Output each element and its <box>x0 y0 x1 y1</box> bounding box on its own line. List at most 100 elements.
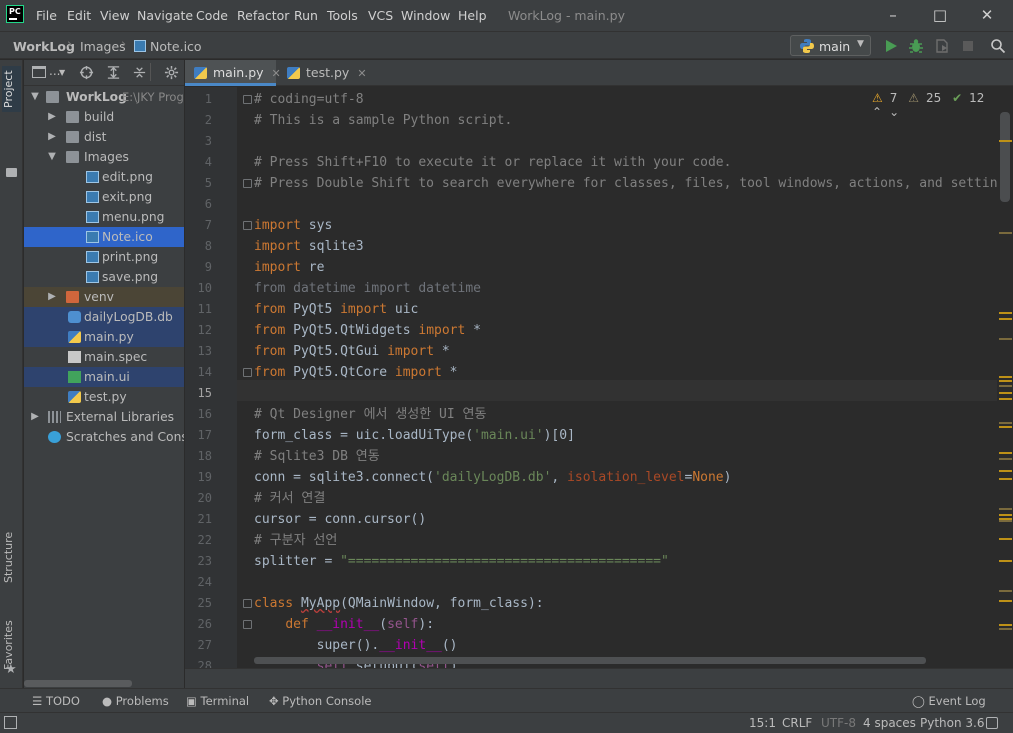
warning-stripe-mark[interactable] <box>999 398 1012 400</box>
warning-stripe-mark[interactable] <box>999 514 1012 516</box>
warning-stripe-mark[interactable] <box>999 560 1012 562</box>
terminal-icon: ▣ <box>186 694 201 708</box>
warning-stripe-mark[interactable] <box>999 380 1012 382</box>
warning-stripe-mark[interactable] <box>999 452 1012 454</box>
warning-stripe-mark[interactable] <box>999 422 1012 424</box>
event-log-tab[interactable]: ◯ Event Log <box>912 694 986 708</box>
warning-stripe-mark[interactable] <box>999 600 1012 602</box>
warning-stripe-mark[interactable] <box>999 338 1012 340</box>
code-line[interactable]: super().__init__() <box>254 635 458 656</box>
code-line[interactable]: # 구분자 선언 <box>254 530 337 551</box>
scroll-thumb[interactable] <box>1000 112 1010 202</box>
line-number: 8 <box>204 239 212 253</box>
code-line[interactable]: splitter = "============================… <box>254 551 669 572</box>
terminal-tab[interactable]: ▣ Terminal <box>186 694 249 708</box>
code-line[interactable]: from datetime import datetime <box>254 278 481 299</box>
problems-tab[interactable]: ● Problems <box>102 694 169 708</box>
file-encoding[interactable]: UTF-8 <box>821 716 856 730</box>
fold-marker-icon[interactable] <box>243 620 252 629</box>
code-line[interactable]: class MyApp(QMainWindow, form_class): <box>254 593 544 614</box>
warning-stripe-mark[interactable] <box>999 508 1012 510</box>
line-number: 6 <box>204 197 212 211</box>
line-number: 21 <box>197 512 212 526</box>
warning-stripe-mark[interactable] <box>999 478 1012 480</box>
line-number: 16 <box>197 407 212 421</box>
line-number: 23 <box>197 554 212 568</box>
code-line[interactable]: # coding=utf-8 <box>254 89 364 110</box>
warning-stripe-mark[interactable] <box>999 376 1012 378</box>
warning-stripe-mark[interactable] <box>999 470 1012 472</box>
warning-count: 7 <box>889 91 898 105</box>
line-number: 3 <box>204 134 212 148</box>
project-horizontal-scrollbar[interactable] <box>24 680 132 687</box>
warning-stripe-mark[interactable] <box>999 392 1012 394</box>
code-line[interactable]: # This is a sample Python script. <box>254 110 512 131</box>
editor-horizontal-scrollbar[interactable] <box>254 657 926 664</box>
warning-stripe-mark[interactable] <box>999 232 1012 234</box>
list-icon: ☰ <box>32 694 46 708</box>
line-number: 27 <box>197 638 212 652</box>
code-line[interactable]: form_class = uic.loadUiType('main.ui')[0… <box>254 425 575 446</box>
line-number: 11 <box>197 302 212 316</box>
code-line[interactable]: import re <box>254 257 324 278</box>
todo-tab[interactable]: ☰ TODO <box>32 694 80 708</box>
chevron-down-icon[interactable]: ⌄ <box>889 105 899 119</box>
warning-stripe-mark[interactable] <box>999 538 1012 540</box>
fold-marker-icon[interactable] <box>243 95 252 104</box>
lock-icon[interactable] <box>986 717 998 729</box>
python-console-icon: ✥ <box>269 694 283 708</box>
code-line[interactable]: # Press Double Shift to search everywher… <box>254 173 997 194</box>
python-console-tab[interactable]: ✥ Python Console <box>269 694 371 708</box>
python-interpreter[interactable]: Python 3.6 <box>920 716 985 730</box>
code-line[interactable]: import sqlite3 <box>254 236 364 257</box>
code-line[interactable]: from PyQt5.QtCore import * <box>254 362 458 383</box>
warning-stripe-mark[interactable] <box>999 628 1012 630</box>
indent-setting[interactable]: 4 spaces <box>863 716 916 730</box>
line-number: 4 <box>204 155 212 169</box>
line-number: 18 <box>197 449 212 463</box>
fold-marker-icon[interactable] <box>243 599 252 608</box>
warning-stripe-mark[interactable] <box>999 624 1012 626</box>
chevron-up-icon[interactable]: ⌃ <box>872 105 882 119</box>
event-log-label: Event Log <box>928 694 986 708</box>
editor-horizontal-scrollbar-track <box>185 668 1013 688</box>
fold-marker-icon[interactable] <box>243 368 252 377</box>
code-line[interactable]: # Sqlite3 DB 연동 <box>254 446 380 467</box>
code-line[interactable]: from PyQt5.QtGui import * <box>254 341 450 362</box>
tool-windows-toggle-icon[interactable] <box>4 716 17 729</box>
warning-stripe-mark[interactable] <box>999 520 1012 522</box>
line-number: 1 <box>204 92 212 106</box>
warning-stripe-mark[interactable] <box>999 426 1012 428</box>
line-separator[interactable]: CRLF <box>782 716 812 730</box>
line-number: 13 <box>197 344 212 358</box>
weak-warning-icon: ⚠ <box>908 91 919 105</box>
warning-stripe-mark[interactable] <box>999 312 1012 314</box>
warning-stripe-mark[interactable] <box>999 140 1012 142</box>
code-line[interactable]: cursor = conn.cursor() <box>254 509 426 530</box>
code-line[interactable]: # Qt Designer 에서 생성한 UI 연동 <box>254 404 486 425</box>
fold-marker-icon[interactable] <box>243 179 252 188</box>
line-number: 2 <box>204 113 212 127</box>
event-log-icon: ◯ <box>912 694 929 708</box>
caret-position[interactable]: 15:1 <box>749 716 776 730</box>
code-line[interactable]: from PyQt5.QtWidgets import * <box>254 320 481 341</box>
warning-icon: ⚠ <box>872 91 883 105</box>
code-line[interactable]: # Press Shift+F10 to execute it or repla… <box>254 152 731 173</box>
code-line[interactable]: def __init__(self): <box>254 614 434 635</box>
inspection-widget[interactable]: ⚠ 7 ⚠ 25 ✔ 12 ⌃ ⌄ <box>872 91 1013 119</box>
code-line[interactable]: # 커서 연결 <box>254 488 325 509</box>
warning-stripe-mark[interactable] <box>999 318 1012 320</box>
fold-marker-icon[interactable] <box>243 221 252 230</box>
line-number: 7 <box>204 218 212 232</box>
code-line[interactable]: from PyQt5 import uic <box>254 299 418 320</box>
warning-stripe-mark[interactable] <box>999 590 1012 592</box>
line-number: 22 <box>197 533 212 547</box>
line-number: 14 <box>197 365 212 379</box>
warning-stripe-mark[interactable] <box>999 385 1012 387</box>
code-line[interactable]: import sys <box>254 215 332 236</box>
line-number: 20 <box>197 491 212 505</box>
warning-stripe-mark[interactable] <box>999 458 1012 460</box>
line-number: 24 <box>197 575 212 589</box>
line-number: 28 <box>197 659 212 668</box>
code-line[interactable]: conn = sqlite3.connect('dailyLogDB.db', … <box>254 467 731 488</box>
